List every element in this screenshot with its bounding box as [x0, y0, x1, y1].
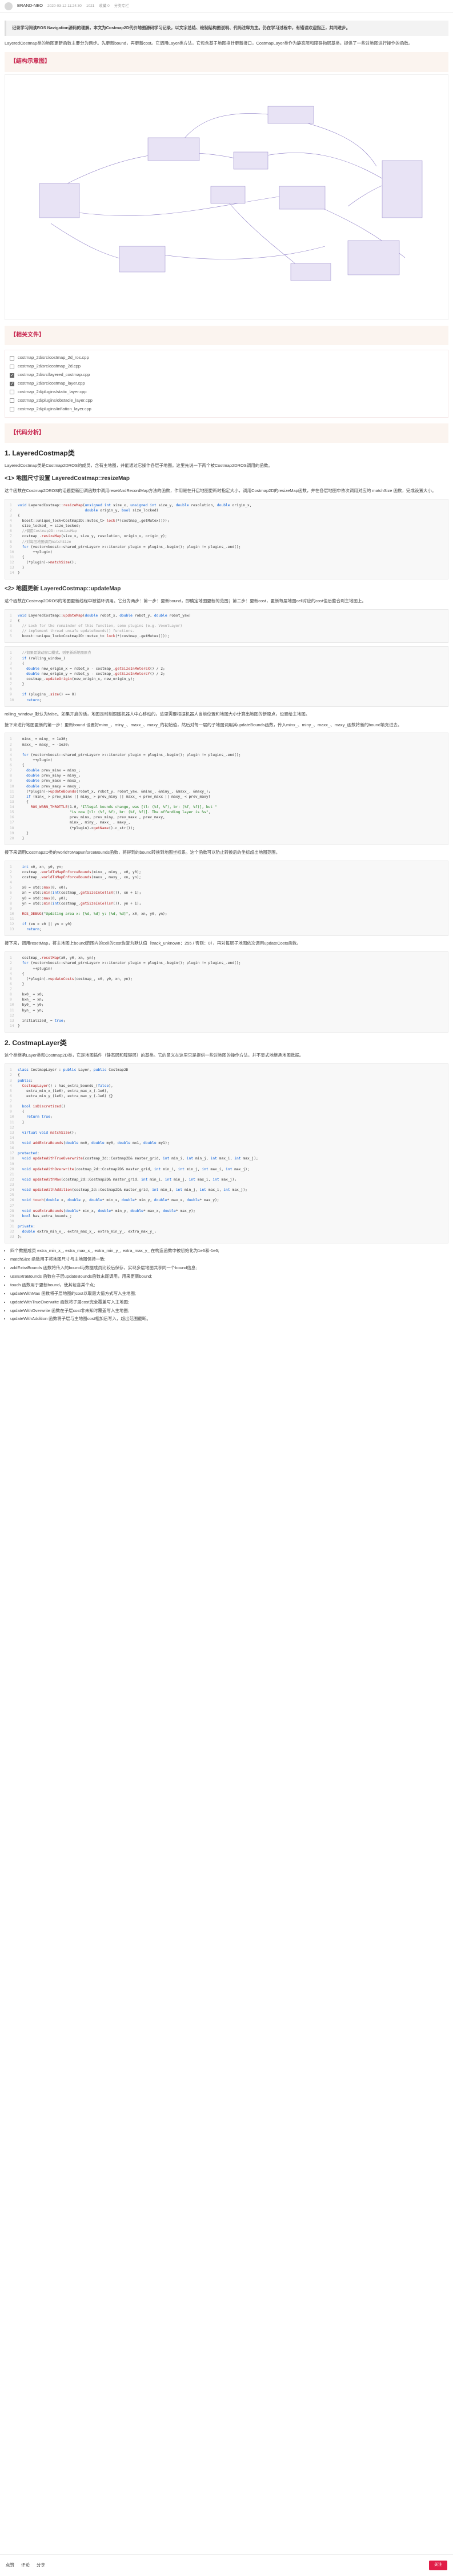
- file-item: costmap_2d/src/layered_costmap.cpp: [10, 371, 443, 379]
- list-item: updateWithTrueOverwrite 函数将子层cost完全覆盖写入主…: [10, 1299, 443, 1306]
- list-item: useExtraBounds 函数在子层updateBounds函数末尾调用，用…: [10, 1274, 443, 1280]
- code-block-cost: 1 int x0, xn, y0, yn; 2 costmap_.worldTo…: [5, 860, 448, 937]
- file-item: costmap_2d/plugins/inflation_layer.cpp: [10, 405, 443, 414]
- method-list: 四个数据成员 extra_min_x_, extra_max_x_, extra…: [10, 1248, 443, 1322]
- costmaplayer-paragraph: 这个类继承Layer类和Costmap2D类，它是地图插件（静态层和障碍层）的基…: [5, 1053, 304, 1058]
- code-section: 【代码分析】: [5, 423, 448, 443]
- list-item: 四个数据成员 extra_min_x_, extra_max_x_, extra…: [10, 1248, 443, 1254]
- list-item: updateWithAddition 函数将子层与主地图cost相加后写入，超出…: [10, 1316, 443, 1322]
- code-block-bounds: 1 minx_ = miny_ = 1e30; 2 maxx_ = maxy_ …: [5, 733, 448, 845]
- heading-costmaplayer: 2. CostmapLayer类: [5, 1039, 67, 1047]
- cost-paragraph: 接下来调用Costmap2D类的worldToMapEnforceBounds函…: [5, 849, 280, 855]
- checkbox[interactable]: [10, 372, 14, 378]
- list-item: updateWithMax 函数将子层地图的cost以取最大值方式写入主地图;: [10, 1291, 443, 1297]
- file-list: costmap_2d/src/costmap_2d_ros.cpp costma…: [5, 350, 448, 418]
- checkbox[interactable]: [10, 381, 14, 387]
- structure-diagram: [5, 74, 448, 320]
- checkbox[interactable]: [10, 390, 14, 395]
- bounds-paragraph: 接下来进行地图更新的第一步：更新bound 设置好minx_、miny_、max…: [5, 722, 402, 727]
- view-count: 1021: [86, 3, 95, 8]
- file-name: costmap_2d/src/costmap_2d.cpp: [18, 363, 81, 369]
- file-item: costmap_2d/src/costmap_layer.cpp: [10, 379, 443, 388]
- list-item: addExtraBounds 函数将传入的bound与数据成员比较后保存，实现多…: [10, 1265, 443, 1271]
- list-item: matchSize 函数用于将地图尺寸与主地图保持一致;: [10, 1257, 443, 1263]
- follow-button[interactable]: 关注: [429, 2561, 447, 2570]
- category-link[interactable]: 分类专栏: [114, 3, 129, 9]
- code-block-update-1: 1 void LayeredCostmap::updateMap(double r…: [5, 609, 448, 643]
- structure-title: 【结构示意图】: [10, 58, 50, 65]
- file-name: costmap_2d/src/costmap_2d_ros.cpp: [18, 355, 89, 361]
- update-paragraph: 这个函数在Costmap2DROS的地图更新线程中被循环调用。它分为两步：第一步…: [5, 598, 366, 603]
- code-title: 【代码分析】: [10, 429, 45, 436]
- code-block-resize: 1 void LayeredCostmap::resizeMap(unsigned…: [5, 498, 448, 580]
- file-name: costmap_2d/plugins/inflation_layer.cpp: [18, 406, 91, 411]
- author-name[interactable]: BRAND-NEO: [17, 3, 43, 9]
- like-button[interactable]: 点赞: [6, 2562, 14, 2569]
- file-item: costmap_2d/src/costmap_2d_ros.cpp: [10, 354, 443, 362]
- footer-toolbar: 点赞 评论 分享 关注: [0, 2554, 453, 2576]
- rolling-paragraph: rolling_window_默认为false。如果开启的话，地图是时刻跟随机器…: [5, 711, 310, 717]
- checkbox[interactable]: [10, 407, 14, 412]
- checkbox[interactable]: [10, 355, 14, 361]
- heading-update: <2> 地图更新 LayeredCostmap::updateMap: [5, 586, 121, 593]
- resize-paragraph: 这个函数在Costmap2DROS的话题更新回调函数中调用resetAndRec…: [5, 487, 436, 493]
- page: BRAND-NEO 2020-03-12 11:24:30 1021 收藏 0 …: [0, 0, 453, 2576]
- file-name: costmap_2d/src/costmap_layer.cpp: [18, 381, 85, 386]
- heading-layered: 1. LayeredCostmap类: [5, 449, 75, 458]
- file-name: costmap_2d/plugins/obstacle_layer.cpp: [18, 397, 93, 403]
- heading-resize: <1> 地图尺寸设置 LayeredCostmap::resizeMap: [5, 475, 130, 482]
- intro-paragraph: LayeredCostmap类的地图更新函数主要分为两步。先更新bound，再更…: [5, 40, 413, 46]
- files-title: 【相关文件】: [10, 331, 45, 338]
- code-block-update-2: 1 //如果是滚动窗口模式，则更新新地图原点 2 if (rolling_win…: [5, 646, 448, 707]
- layered-paragraph: LayeredCostmap类是Costmap2DROS的成员，含有主地图，并能…: [5, 463, 272, 469]
- file-item: costmap_2d/plugins/static_layer.cpp: [10, 388, 443, 397]
- list-item: updateWithOverwrite 函数在子层cost非未知时覆盖写入主地图…: [10, 1308, 443, 1314]
- code-block-final: 1 costmap_.resetMap(x0, y0, xn, yn); 2 f…: [5, 951, 448, 1033]
- intro-quote: 记录学习阅读ROS Navigation源码的理解，本文为Costmap2D代价…: [5, 21, 448, 36]
- share-button[interactable]: 分享: [37, 2562, 45, 2569]
- collect-button[interactable]: 收藏 0: [99, 3, 109, 9]
- comment-button[interactable]: 评论: [21, 2562, 30, 2569]
- code-block-class: 1 class CostmapLayer : public Layer, publ…: [5, 1063, 448, 1244]
- checkbox[interactable]: [10, 364, 14, 369]
- article-header: BRAND-NEO 2020-03-12 11:24:30 1021 收藏 0 …: [0, 0, 453, 13]
- final-paragraph: 接下来，调用resetMap，将主地图上bound范围内的cell的cost恢复…: [5, 941, 301, 946]
- file-item: costmap_2d/src/costmap_2d.cpp: [10, 362, 443, 371]
- file-name: costmap_2d/plugins/static_layer.cpp: [18, 389, 87, 394]
- file-item: costmap_2d/plugins/obstacle_layer.cpp: [10, 397, 443, 405]
- list-item: touch 函数用于更新bound，使其包含某个点;: [10, 1282, 443, 1289]
- publish-date: 2020-03-12 11:24:30: [47, 3, 82, 8]
- checkbox[interactable]: [10, 398, 14, 403]
- file-name: costmap_2d/src/layered_costmap.cpp: [18, 372, 90, 378]
- avatar[interactable]: [5, 2, 13, 10]
- files-section: 【相关文件】: [5, 325, 448, 346]
- diagram-svg: [39, 106, 423, 281]
- structure-section: 【结构示意图】: [5, 52, 448, 72]
